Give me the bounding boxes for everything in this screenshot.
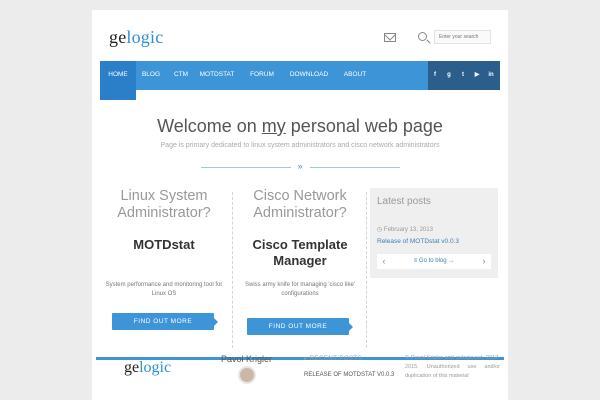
feature-question: Cisco Network Administrator? <box>253 188 347 221</box>
page-title: Welcome on my personal web page <box>92 116 508 137</box>
go-to-blog-label: Go to blog → <box>418 258 455 264</box>
feature-text: System performance and monitoring tool f… <box>105 282 223 297</box>
avatar <box>238 366 256 384</box>
page-subtitle: Page is primary dedicated to linux syste… <box>160 142 440 149</box>
footer-author-name: Pavol Krigler <box>221 354 273 364</box>
go-to-blog-link[interactable]: ≡ Go to blog → <box>377 254 491 269</box>
google-plus-icon[interactable]: g <box>442 61 456 90</box>
chevron-left-icon[interactable]: ‹ <box>377 254 391 269</box>
nav-item-download[interactable]: DOWNLOAD <box>287 61 331 90</box>
facebook-icon[interactable]: f <box>428 61 442 90</box>
latest-posts-nav: ≡ Go to blog → ‹ › <box>377 254 491 269</box>
logo-suffix: logic <box>126 27 164 47</box>
post-link[interactable]: Release of MOTDstat v0.0.3 <box>377 238 459 245</box>
footer-recent-posts-heading: ▸ RECENT POSTS <box>304 355 362 362</box>
footer-logo[interactable]: gelogic <box>124 359 171 377</box>
site-logo[interactable]: gelogic <box>109 27 163 48</box>
social-links: f g t ▶ in <box>428 61 500 90</box>
feature-heading[interactable]: MOTDstat <box>96 237 232 253</box>
post-date-text: February 13, 2013 <box>383 227 433 233</box>
find-out-more-button[interactable]: FIND OUT MORE <box>112 313 218 330</box>
chevron-down-icon: » <box>297 161 303 171</box>
mail-icon[interactable] <box>384 33 396 42</box>
footer-logo-suffix: logic <box>139 359 172 376</box>
nav-item-motdstat[interactable]: MOTDSTAT <box>196 61 238 90</box>
footer-copyright: © Pavol Krigler and gelogic.net, 2012-20… <box>405 355 500 379</box>
feature-question: Linux System Administrator? <box>117 188 211 221</box>
footer: gelogic Pavol Krigler ▸ RECENT POSTS REL… <box>92 330 508 400</box>
footer-post-link[interactable]: RELEASE OF MOTDSTAT V0.0.3 <box>304 372 394 378</box>
divider-right <box>310 167 400 168</box>
column-separator <box>366 192 367 348</box>
footer-logo-prefix: ge <box>124 359 140 376</box>
chevron-right-icon[interactable]: › <box>477 254 491 269</box>
feature-heading[interactable]: Cisco Template Manager <box>232 237 368 269</box>
search-icon[interactable] <box>418 32 427 41</box>
nav-item-blog[interactable]: BLOG <box>136 61 166 90</box>
clock-icon: ◷ <box>377 227 384 233</box>
twitter-icon[interactable]: t <box>456 61 470 90</box>
feature-text: Swiss army knife for managing 'cisco lik… <box>245 282 355 297</box>
nav-item-forum[interactable]: FORUM <box>246 61 278 90</box>
title-before: Welcome on <box>157 116 262 136</box>
feature-linux: Linux System Administrator? MOTDstat Sys… <box>96 188 232 299</box>
title-after: personal web page <box>285 116 443 136</box>
latest-posts-widget: Latest posts ◷ February 13, 2013 Release… <box>370 188 498 278</box>
page-container: gelogic HOME BLOG CTM MOTDSTAT FORUM DOW… <box>92 10 508 400</box>
title-underlined: my <box>261 116 286 136</box>
nav-item-about[interactable]: ABOUT <box>338 61 372 90</box>
post-date: ◷ February 13, 2013 <box>377 226 433 233</box>
linkedin-icon[interactable]: in <box>484 61 498 90</box>
nav-item-ctm[interactable]: CTM <box>166 61 196 90</box>
footer-recent-posts-label: RECENT POSTS <box>309 356 363 362</box>
logo-prefix: ge <box>109 27 127 47</box>
youtube-icon[interactable]: ▶ <box>470 61 484 90</box>
latest-posts-title: Latest posts <box>377 196 431 207</box>
divider-left <box>201 167 291 168</box>
nav-item-home[interactable]: HOME <box>100 61 136 100</box>
main-nav: HOME BLOG CTM MOTDSTAT FORUM DOWNLOAD AB… <box>100 61 500 100</box>
feature-cisco: Cisco Network Administrator? Cisco Templ… <box>232 188 368 299</box>
search-input[interactable] <box>434 30 491 44</box>
